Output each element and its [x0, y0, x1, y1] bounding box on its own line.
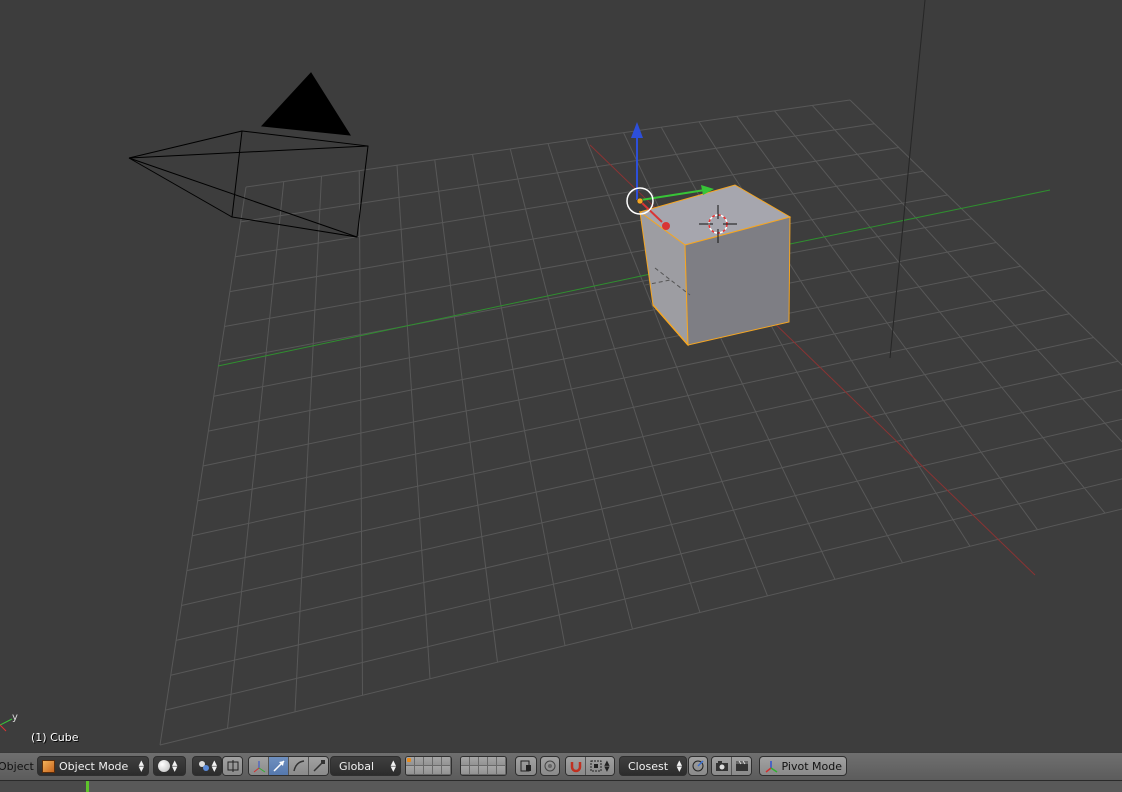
layer-button[interactable]	[470, 757, 479, 766]
proportional-edit-icon	[544, 760, 556, 772]
timeline-strip[interactable]	[0, 780, 1122, 792]
lamp-line	[890, 0, 925, 358]
dropdown-arrows-icon: ▲▼	[677, 760, 682, 772]
manipulator-center-icon[interactable]	[223, 757, 242, 775]
render-animation-icon[interactable]	[732, 757, 751, 775]
grid-line	[812, 105, 1122, 496]
grid-line	[171, 433, 1122, 676]
layer-button[interactable]	[488, 757, 497, 766]
grid-line	[241, 124, 875, 222]
cube-icon	[42, 760, 55, 773]
layer-buttons-group-2[interactable]	[460, 756, 507, 776]
floor-grid	[160, 100, 1122, 745]
pivot-mode-label: Pivot Mode	[778, 760, 842, 773]
grid-line	[182, 385, 1122, 606]
layer-button[interactable]	[479, 757, 488, 766]
layer-button[interactable]	[461, 766, 470, 775]
grid-line	[699, 122, 970, 547]
layer-button[interactable]	[488, 766, 497, 775]
layer-button[interactable]	[479, 766, 488, 775]
layer-button[interactable]	[461, 757, 470, 766]
grid-line	[176, 409, 1122, 641]
grid-line	[208, 266, 1020, 431]
align-rotation-button[interactable]	[688, 756, 708, 776]
pivot-point-icon	[197, 759, 210, 773]
layer-button[interactable]	[415, 766, 424, 775]
mode-selector-label: Object Mode	[55, 760, 137, 773]
transform-manipulators	[248, 756, 329, 776]
rotate-manipulator-icon[interactable]	[289, 757, 309, 775]
pivot-point-selector[interactable]: ▲▼	[192, 756, 222, 776]
dropdown-arrows-icon: ▲▼	[391, 760, 396, 772]
grid-line	[203, 290, 1045, 466]
layer-buttons-group-1[interactable]	[405, 756, 452, 776]
grid-line	[230, 171, 923, 291]
orientation-axis-widget: y	[0, 712, 18, 731]
layer-button[interactable]	[470, 766, 479, 775]
dropdown-arrows-icon: ▲▼	[139, 760, 144, 772]
render-image-icon[interactable]	[712, 757, 732, 775]
pivot-mode-button[interactable]: Pivot Mode	[759, 756, 847, 776]
viewport-header: Object Object Mode ▲▼ ▲▼ ▲▼ Global ▲▼	[0, 752, 1122, 780]
layer-button[interactable]	[415, 757, 424, 766]
grid-line	[214, 243, 997, 397]
layer-button[interactable]	[433, 766, 442, 775]
snap-magnet-icon[interactable]	[566, 757, 586, 775]
layer-button[interactable]	[497, 766, 506, 775]
lock-camera-to-view-button[interactable]	[515, 756, 537, 776]
mode-selector[interactable]: Object Mode ▲▼	[37, 756, 149, 776]
scene-layers-icon	[520, 760, 532, 772]
viewport-scene[interactable]: y	[0, 0, 1122, 752]
transform-orientation-selector[interactable]: Global ▲▼	[330, 756, 401, 776]
dropdown-arrows-icon: ▲▼	[172, 760, 177, 772]
transform-orientation-label: Global	[335, 760, 389, 773]
proportional-editing-button[interactable]	[540, 756, 560, 776]
layer-button[interactable]	[424, 757, 433, 766]
active-object-info: (1) Cube	[31, 731, 78, 744]
dropdown-arrows-icon: ▲▼	[212, 760, 217, 772]
layer-button[interactable]	[442, 766, 451, 775]
pivot-mode-icon	[764, 759, 778, 773]
layer-button[interactable]	[424, 766, 433, 775]
snap-target-selector[interactable]: Closest ▲▼	[619, 756, 687, 776]
layer-button[interactable]	[497, 757, 506, 766]
grid-line	[165, 456, 1122, 710]
cube-object[interactable]	[640, 185, 790, 345]
snap-target-label: Closest	[624, 760, 675, 773]
axis-label-y: y	[12, 712, 18, 723]
grid-line	[661, 127, 902, 563]
layer-button[interactable]	[406, 766, 415, 775]
viewport-shading-selector[interactable]: ▲▼	[153, 756, 186, 776]
align-rotation-icon	[692, 760, 704, 772]
render-buttons	[711, 756, 752, 776]
manipulator-axes-icon[interactable]	[249, 757, 269, 775]
layer-button[interactable]	[433, 757, 442, 766]
grid-line	[225, 195, 948, 327]
camera-object[interactable]	[129, 73, 368, 237]
timeline-before-start	[0, 781, 86, 792]
current-frame-marker[interactable]	[86, 781, 89, 792]
translate-manipulator-icon[interactable]	[269, 757, 289, 775]
grid-line	[219, 219, 972, 362]
object-menu[interactable]: Object	[0, 760, 34, 780]
snap-element-selector[interactable]: ▲▼	[586, 757, 614, 775]
3d-viewport[interactable]: y (1) Cube	[0, 0, 1122, 752]
layer-button[interactable]	[442, 757, 451, 766]
layer-button[interactable]	[406, 757, 415, 766]
sphere-icon	[158, 760, 170, 772]
manipulator-toggle[interactable]	[222, 756, 243, 776]
snap-increment-icon	[590, 760, 602, 772]
scale-manipulator-icon[interactable]	[309, 757, 328, 775]
grid-line	[775, 111, 1106, 513]
snap-controls: ▲▼	[565, 756, 615, 776]
